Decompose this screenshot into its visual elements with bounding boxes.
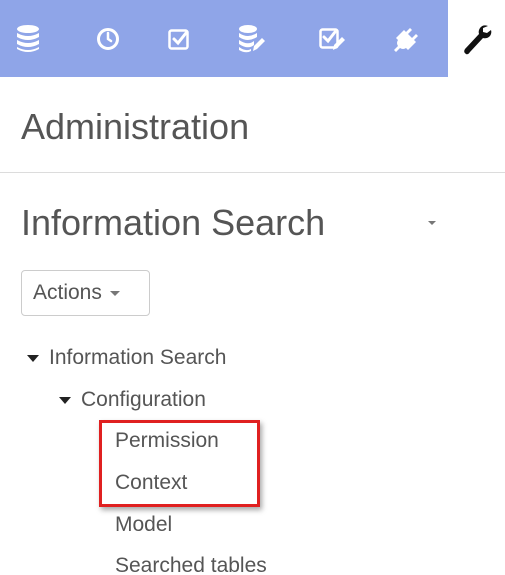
toolbar-clock-button[interactable]: [84, 0, 132, 77]
toolbar-checkbox-button[interactable]: [155, 0, 203, 77]
checkbox-icon: [168, 28, 189, 50]
wrench-icon: [463, 24, 491, 54]
database-edit-icon: [239, 24, 265, 52]
tree-expanded-icon[interactable]: [59, 396, 71, 404]
toolbar-wrench-button[interactable]: [448, 0, 505, 77]
toolbar-checkbox-edit-button[interactable]: [308, 0, 356, 77]
plug-icon: [394, 27, 418, 52]
tree-item-label: Searched tables: [115, 554, 267, 575]
toolbar-database-button[interactable]: [4, 0, 52, 77]
actions-button[interactable]: Actions: [21, 270, 150, 316]
tree-node-configuration[interactable]: Configuration: [59, 385, 206, 415]
tree-expanded-icon[interactable]: [27, 354, 39, 362]
section-dropdown-toggle[interactable]: [420, 213, 444, 233]
tree-item-searched-tables[interactable]: Searched tables: [115, 551, 267, 575]
tree-item-label: Permission: [115, 429, 219, 452]
tree-node-label: Information Search: [49, 346, 227, 369]
tree-item-context[interactable]: Context: [115, 468, 187, 498]
toolbar-plug-button[interactable]: [383, 0, 431, 77]
tree-item-model[interactable]: Model: [115, 510, 172, 540]
top-toolbar: [0, 0, 505, 77]
section-title: Information Search: [21, 202, 326, 243]
toolbar-database-edit-button[interactable]: [227, 0, 275, 77]
toolbar-strip: [0, 0, 448, 77]
database-icon: [17, 24, 39, 52]
tree-item-label: Model: [115, 513, 173, 536]
chevron-down-icon: [428, 221, 436, 225]
actions-button-label: Actions: [33, 281, 102, 304]
checkbox-edit-icon: [319, 27, 345, 50]
clock-icon: [97, 27, 119, 50]
header-divider: [0, 172, 505, 173]
chevron-down-icon: [109, 290, 120, 296]
tree-item-permission[interactable]: Permission: [115, 426, 219, 456]
page-title: Administration: [21, 106, 250, 147]
tree-item-label: Context: [115, 471, 188, 494]
tree-node-label: Configuration: [81, 388, 206, 411]
tree-node-information-search[interactable]: Information Search: [27, 343, 226, 373]
